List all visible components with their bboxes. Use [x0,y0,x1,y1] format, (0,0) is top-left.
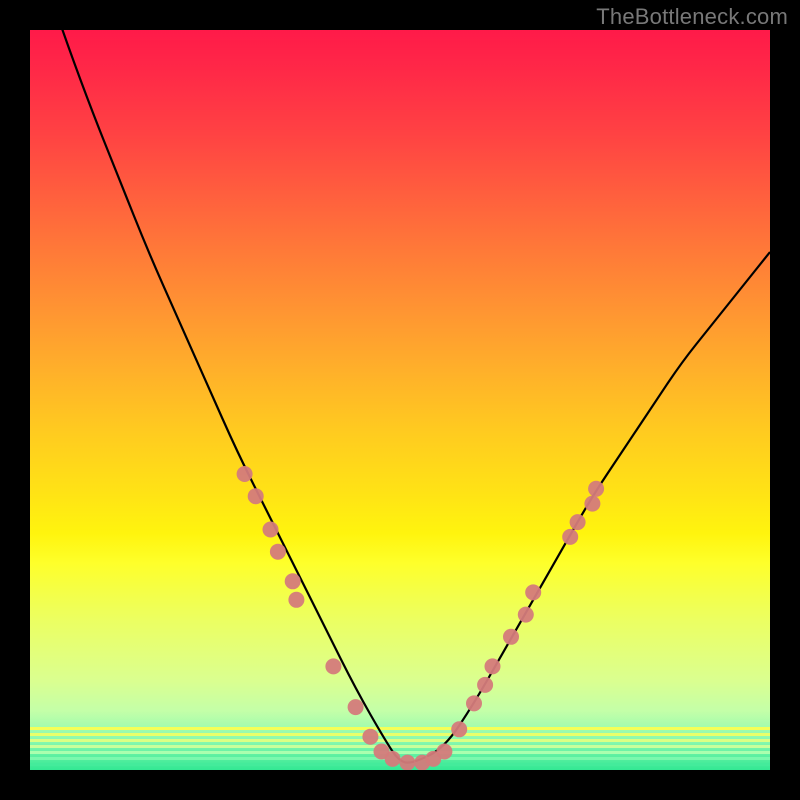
data-dot [466,695,482,711]
data-dot [270,544,286,560]
chart-container: TheBottleneck.com [0,0,800,800]
data-dot [562,529,578,545]
data-dot [248,488,264,504]
curve-line [30,30,770,763]
data-dot [518,607,534,623]
data-dot [263,522,279,538]
data-dot [477,677,493,693]
data-dot [503,629,519,645]
data-dot [436,744,452,760]
data-dot [588,481,604,497]
watermark-text: TheBottleneck.com [596,4,788,30]
data-dot [570,514,586,530]
data-dot [288,592,304,608]
data-dot [485,658,501,674]
data-dot [362,729,378,745]
data-dot [399,755,415,770]
data-dot [285,573,301,589]
data-dot [525,584,541,600]
dots-group [237,466,604,770]
data-dot [584,496,600,512]
data-dot [385,751,401,767]
data-dot [451,721,467,737]
data-dot [325,658,341,674]
data-dot [348,699,364,715]
data-dot [237,466,253,482]
plot-area [30,30,770,770]
chart-svg [30,30,770,770]
